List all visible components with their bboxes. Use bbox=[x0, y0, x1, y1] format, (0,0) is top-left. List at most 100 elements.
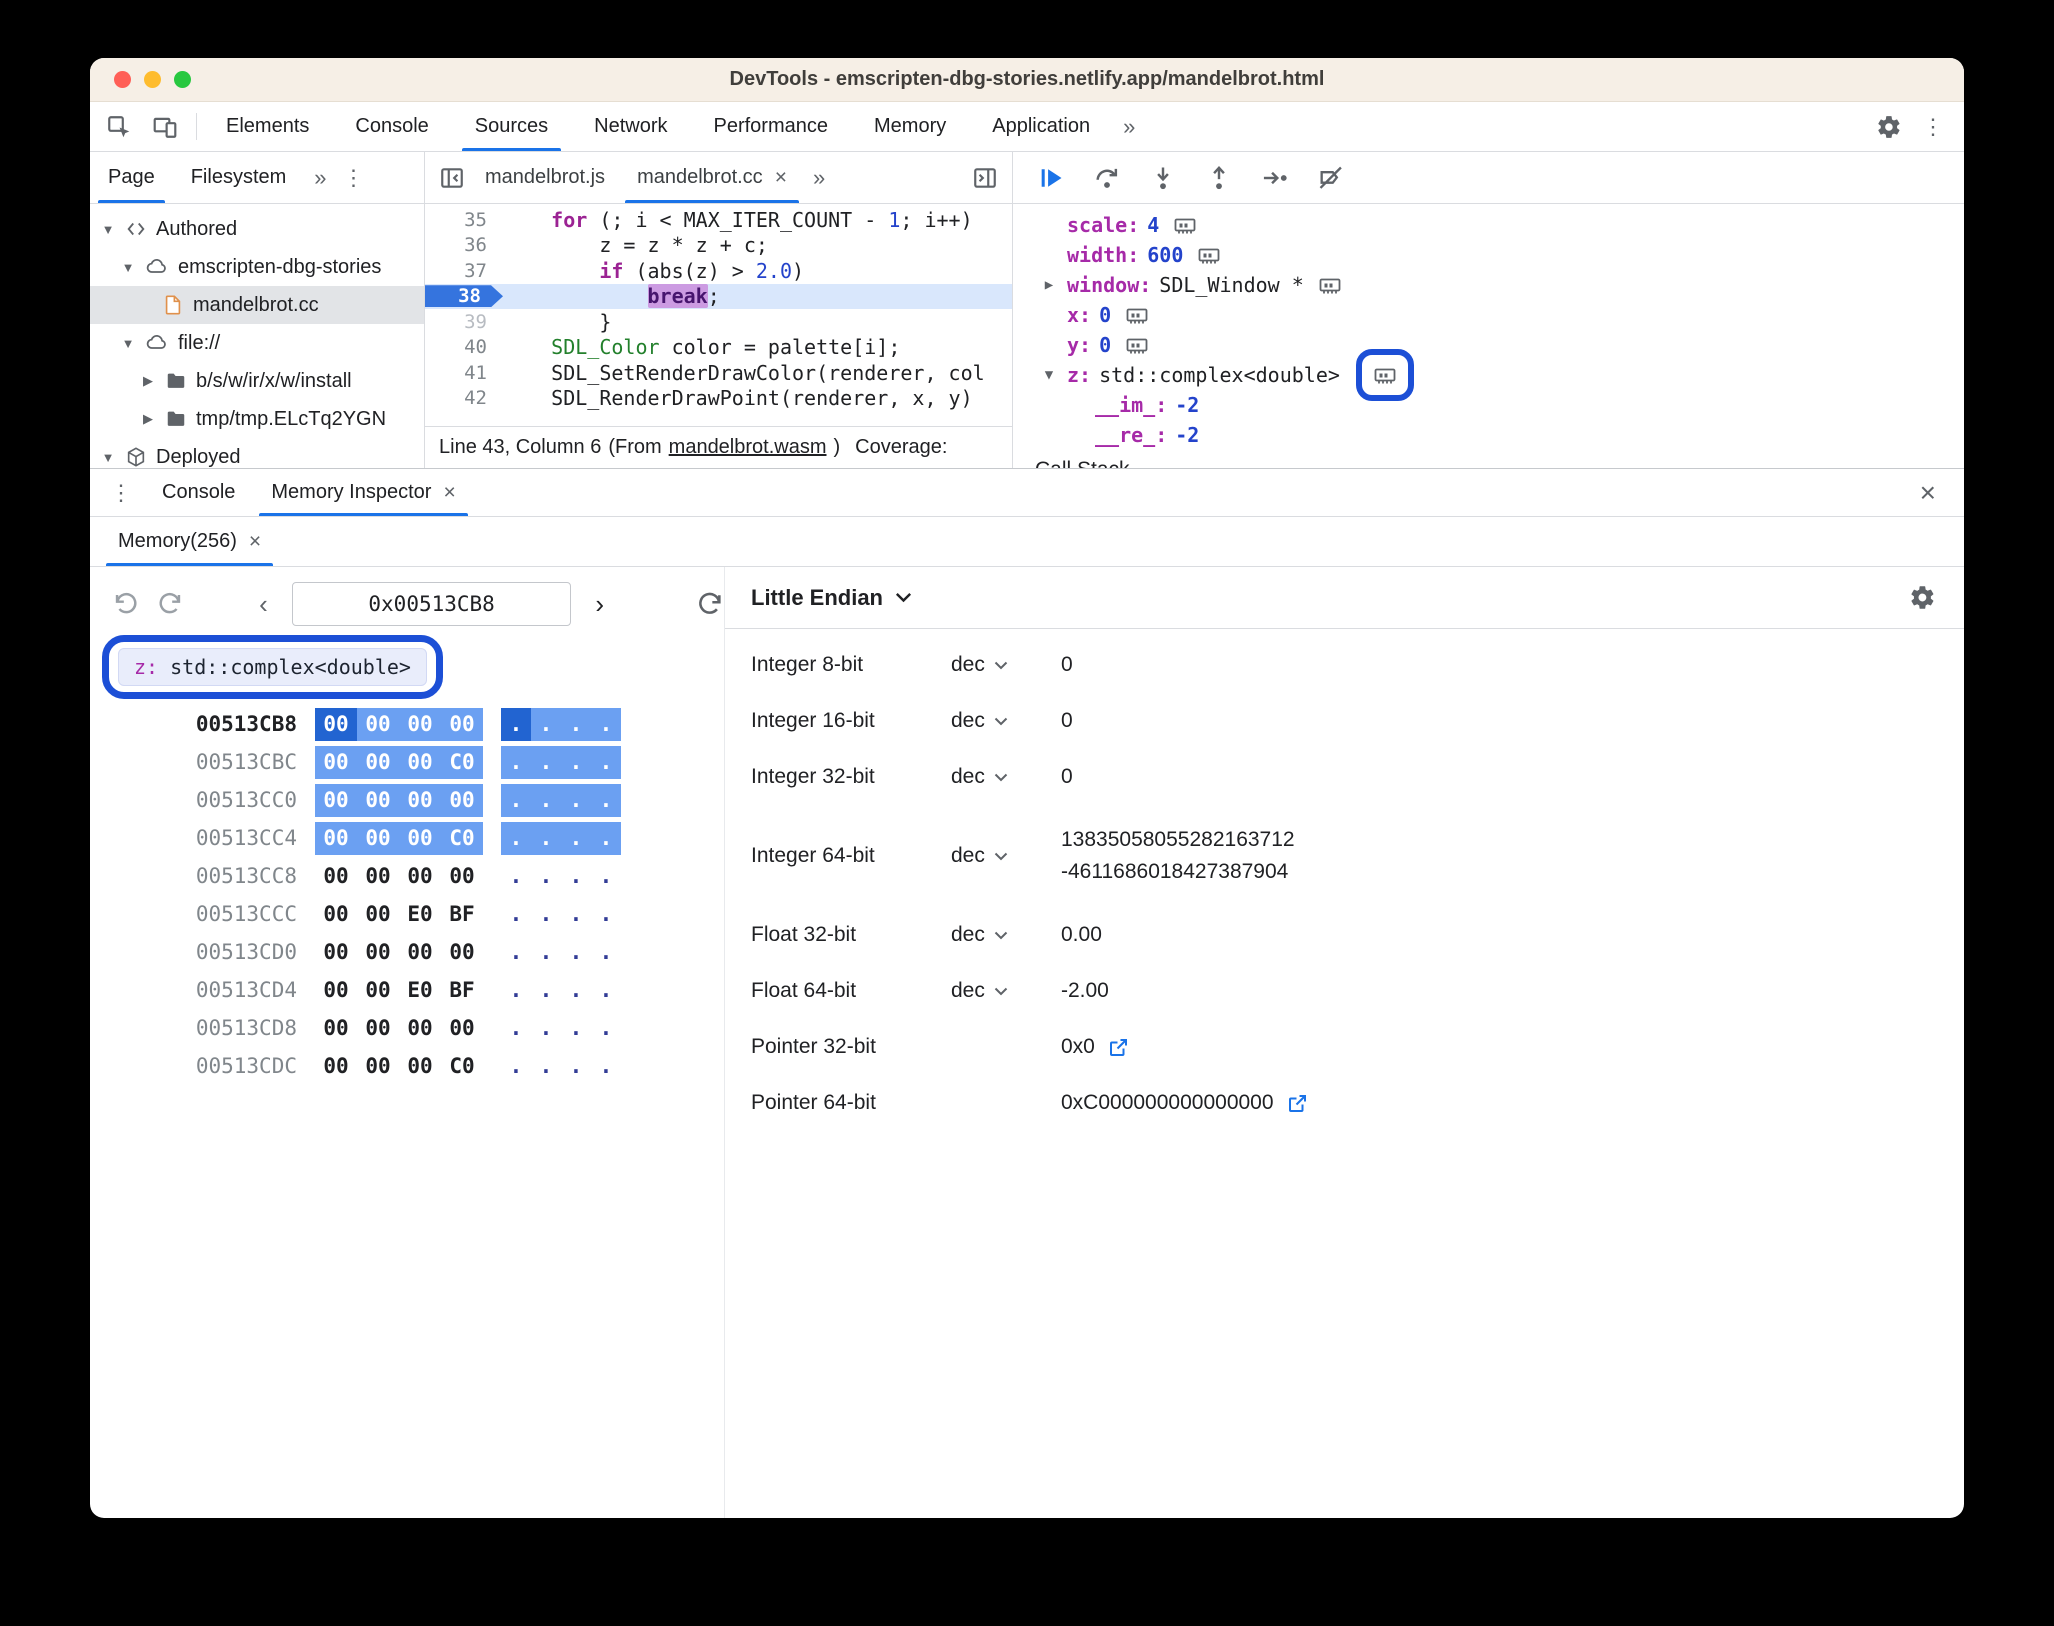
tree-item-site[interactable]: ▼ emscripten-dbg-stories bbox=[90, 248, 424, 286]
tab-elements[interactable]: Elements bbox=[203, 102, 332, 151]
byte-cell[interactable]: 00 bbox=[441, 783, 483, 817]
tree-item-mandelbrot-cc[interactable]: mandelbrot.cc bbox=[90, 286, 424, 324]
ascii-cell[interactable]: . bbox=[531, 1050, 561, 1083]
tab-filesystem[interactable]: Filesystem bbox=[173, 152, 305, 203]
hide-navigator-icon[interactable] bbox=[425, 165, 469, 191]
scope-variable-window[interactable]: ▶ window: SDL_Window * bbox=[1013, 270, 1964, 300]
previous-page-icon[interactable]: ‹ bbox=[259, 591, 268, 617]
ascii-cell[interactable]: . bbox=[561, 936, 591, 969]
close-icon[interactable]: × bbox=[249, 530, 261, 554]
memory-chip-icon[interactable] bbox=[1318, 273, 1342, 297]
chevron-down-icon[interactable]: ▼ bbox=[100, 450, 116, 465]
tab-performance[interactable]: Performance bbox=[691, 102, 852, 151]
jump-to-pointer-icon[interactable] bbox=[1107, 1035, 1131, 1059]
byte-cell[interactable]: 00 bbox=[399, 936, 441, 969]
ascii-cell[interactable]: . bbox=[501, 974, 531, 1007]
tab-console[interactable]: Console bbox=[332, 102, 451, 151]
byte-cell[interactable]: 00 bbox=[315, 936, 357, 969]
byte-cell[interactable]: C0 bbox=[441, 745, 483, 779]
resume-script-icon[interactable] bbox=[1037, 164, 1065, 192]
line-number[interactable]: 35 bbox=[425, 209, 503, 231]
highlighted-object-tag[interactable]: z: std::complex<double> bbox=[118, 648, 427, 686]
byte-cell[interactable]: 00 bbox=[357, 783, 399, 817]
close-drawer-icon[interactable]: × bbox=[1920, 477, 1946, 509]
settings-gear-icon[interactable] bbox=[1876, 114, 1902, 140]
step-out-icon[interactable] bbox=[1205, 164, 1233, 192]
tree-item-deployed[interactable]: ▼ Deployed bbox=[90, 438, 424, 468]
byte-cell[interactable]: 00 bbox=[357, 1012, 399, 1045]
ascii-cell[interactable]: . bbox=[561, 745, 591, 779]
byte-cell[interactable]: 00 bbox=[315, 783, 357, 817]
byte-cell[interactable]: 00 bbox=[315, 1050, 357, 1083]
memory-buffer-tab[interactable]: Memory(256) × bbox=[100, 517, 279, 566]
ascii-cell[interactable]: . bbox=[531, 860, 561, 893]
format-dropdown[interactable]: dec bbox=[951, 923, 1061, 947]
wasm-source-link[interactable]: mandelbrot.wasm bbox=[669, 436, 827, 459]
tree-item-install-folder[interactable]: ▶ b/s/w/ir/x/w/install bbox=[90, 362, 424, 400]
chevron-down-icon[interactable]: ▼ bbox=[120, 336, 136, 351]
ascii-cell[interactable]: . bbox=[501, 1012, 531, 1045]
ascii-cell[interactable]: . bbox=[591, 783, 621, 817]
format-dropdown[interactable]: dec bbox=[951, 653, 1061, 677]
minimize-window-button[interactable] bbox=[144, 71, 161, 88]
close-window-button[interactable] bbox=[114, 71, 131, 88]
ascii-cell[interactable]: . bbox=[501, 860, 531, 893]
navigator-menu-icon[interactable]: ⋮ bbox=[337, 165, 365, 191]
ascii-cell[interactable]: . bbox=[501, 745, 531, 779]
ascii-cell[interactable]: . bbox=[501, 936, 531, 969]
ascii-cell[interactable]: . bbox=[561, 1012, 591, 1045]
format-dropdown[interactable]: dec bbox=[951, 709, 1061, 733]
ascii-cell[interactable]: . bbox=[591, 1050, 621, 1083]
ascii-cell[interactable]: . bbox=[501, 707, 531, 741]
line-number[interactable]: 42 bbox=[425, 387, 503, 409]
tab-application[interactable]: Application bbox=[969, 102, 1113, 151]
ascii-cell[interactable]: . bbox=[531, 745, 561, 779]
ascii-cell[interactable]: . bbox=[531, 783, 561, 817]
format-dropdown[interactable]: dec bbox=[951, 844, 1061, 868]
ascii-cell[interactable]: . bbox=[591, 936, 621, 969]
byte-cell[interactable]: 00 bbox=[315, 821, 357, 855]
byte-cell[interactable]: 00 bbox=[357, 936, 399, 969]
byte-cell[interactable]: 00 bbox=[399, 1012, 441, 1045]
editor-tab-mandelbrot-cc[interactable]: mandelbrot.cc × bbox=[621, 152, 803, 203]
ascii-cell[interactable]: . bbox=[531, 1012, 561, 1045]
more-options-icon[interactable]: ⋮ bbox=[1922, 114, 1944, 140]
format-dropdown[interactable]: dec bbox=[951, 765, 1061, 789]
byte-cell[interactable]: 00 bbox=[357, 1050, 399, 1083]
ascii-cell[interactable]: . bbox=[501, 821, 531, 855]
editor-tab-mandelbrot-js[interactable]: mandelbrot.js bbox=[469, 152, 621, 203]
byte-cell[interactable]: 00 bbox=[441, 936, 483, 969]
byte-cell[interactable]: 00 bbox=[357, 860, 399, 893]
byte-cell[interactable]: 00 bbox=[357, 821, 399, 855]
byte-cell[interactable]: E0 bbox=[399, 898, 441, 931]
drawer-tab-memory-inspector[interactable]: Memory Inspector × bbox=[253, 469, 473, 516]
ascii-cell[interactable]: . bbox=[561, 1050, 591, 1083]
memory-chip-icon[interactable] bbox=[1125, 333, 1149, 357]
tree-item-tmp-folder[interactable]: ▶ tmp/tmp.ELcTq2YGN bbox=[90, 400, 424, 438]
format-dropdown[interactable]: dec bbox=[951, 979, 1061, 1003]
byte-cell[interactable]: 00 bbox=[441, 860, 483, 893]
show-debugger-panel-icon[interactable] bbox=[972, 165, 1012, 191]
tab-network[interactable]: Network bbox=[571, 102, 690, 151]
value-settings-gear-icon[interactable] bbox=[1909, 584, 1936, 611]
step-over-icon[interactable] bbox=[1093, 164, 1121, 192]
memory-chip-icon[interactable] bbox=[1373, 363, 1397, 387]
tree-item-authored[interactable]: ▼ Authored bbox=[90, 210, 424, 248]
more-tabs-icon[interactable]: » bbox=[803, 165, 835, 191]
line-number[interactable]: 36 bbox=[425, 234, 503, 256]
ascii-cell[interactable]: . bbox=[531, 707, 561, 741]
address-input[interactable]: 0x00513CB8 bbox=[291, 582, 572, 626]
call-stack-header[interactable]: Call Stack bbox=[1013, 458, 1964, 468]
byte-cell[interactable]: 00 bbox=[315, 745, 357, 779]
chevron-down-icon[interactable]: ▼ bbox=[120, 260, 136, 275]
byte-cell[interactable]: 00 bbox=[399, 860, 441, 893]
jump-to-pointer-icon[interactable] bbox=[1286, 1091, 1310, 1115]
ascii-cell[interactable]: . bbox=[591, 898, 621, 931]
ascii-cell[interactable]: . bbox=[591, 707, 621, 741]
deactivate-breakpoints-icon[interactable] bbox=[1317, 164, 1345, 192]
chevron-right-icon[interactable]: ▶ bbox=[140, 373, 156, 389]
ascii-cell[interactable]: . bbox=[591, 821, 621, 855]
byte-cell[interactable]: C0 bbox=[441, 1050, 483, 1083]
byte-cell[interactable]: 00 bbox=[441, 1012, 483, 1045]
byte-cell[interactable]: 00 bbox=[357, 745, 399, 779]
